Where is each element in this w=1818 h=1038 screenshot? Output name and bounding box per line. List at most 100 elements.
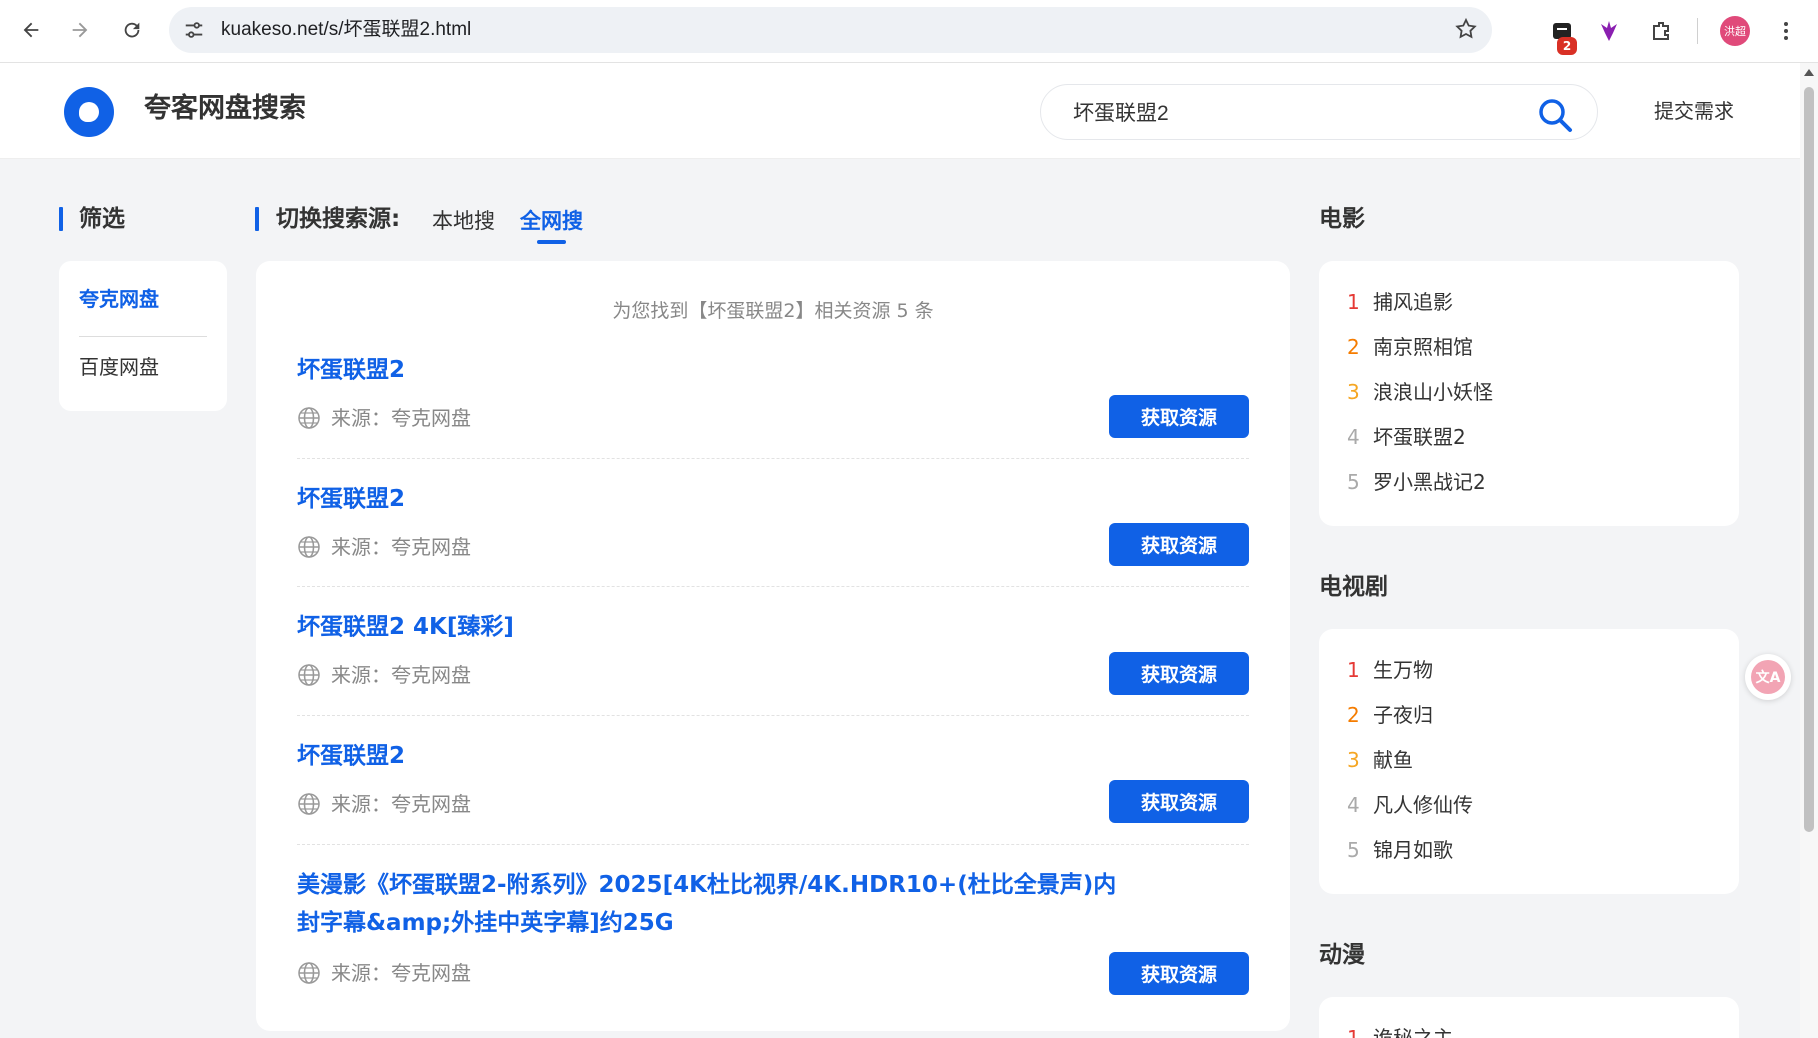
rank-item[interactable]: 4 坏蛋联盟2 [1347,423,1466,451]
rank-item[interactable]: 5 锦月如歌 [1347,836,1453,864]
get-resource-button[interactable]: 获取资源 [1109,652,1249,695]
search-icon[interactable] [1535,95,1575,135]
results-card: 为您找到【坏蛋联盟2】相关资源 5 条 坏蛋联盟2 来源：夸克网盘 获取资源 坏… [256,261,1290,1031]
address-bar[interactable]: kuakeso.net/s/坏蛋联盟2.html [169,7,1492,53]
url-text[interactable]: kuakeso.net/s/坏蛋联盟2.html [221,7,471,53]
rank-item[interactable]: 1 诡秘之主 [1347,1024,1453,1038]
rank-item[interactable]: 5 罗小黑战记2 [1347,468,1486,496]
filter-item-quark[interactable]: 夸克网盘 [79,285,159,313]
more-vert-icon [1784,22,1788,40]
reload-button[interactable] [114,12,150,48]
search-form [1040,84,1598,140]
rank-item[interactable]: 3 浪浪山小妖怪 [1347,378,1493,406]
result-divider [297,586,1249,587]
reload-icon [124,22,140,38]
rank-item[interactable]: 2 子夜归 [1347,701,1433,729]
rank-number: 1 [1347,1026,1360,1038]
results-summary: 为您找到【坏蛋联盟2】相关资源 5 条 [612,300,934,322]
scroll-thumb[interactable] [1804,87,1814,832]
rank-item[interactable]: 1 生万物 [1347,656,1433,684]
result-title[interactable]: 坏蛋联盟2 [297,737,1127,775]
result-divider [297,844,1249,845]
arrow-left-icon [23,22,39,38]
result-source-text: 来源：夸克网盘 [331,535,471,559]
extensions-menu-button[interactable] [1645,14,1679,48]
rank-title[interactable]: 捕风追影 [1373,290,1453,314]
rank-title[interactable]: 锦月如歌 [1373,838,1453,862]
result-source-text: 来源：夸克网盘 [331,961,471,985]
rank-title[interactable]: 坏蛋联盟2 [1373,425,1466,449]
filter-divider [79,336,207,337]
result-source-text: 来源：夸克网盘 [331,663,471,687]
rank-title[interactable]: 诡秘之主 [1373,1026,1453,1038]
result-item: 美漫影《坏蛋联盟2-附系列》2025[4K杜比视界/4K.HDR10+(杜比全景… [297,866,1249,1016]
translate-icon: 文A [1751,660,1785,694]
rank-title[interactable]: 子夜归 [1373,703,1433,727]
translate-button[interactable]: 文A [1745,654,1791,700]
result-title[interactable]: 坏蛋联盟2 [297,480,1127,518]
result-source: 来源：夸克网盘 [297,959,471,987]
browser-menu-button[interactable] [1769,14,1803,48]
rank-title[interactable]: 献鱼 [1373,748,1413,772]
site-logo[interactable] [64,87,114,137]
rank-title[interactable]: 生万物 [1373,658,1433,682]
result-item: 坏蛋联盟2 来源：夸克网盘 获取资源 [297,480,1249,590]
result-source: 来源：夸克网盘 [297,661,471,689]
rank-number: 1 [1347,290,1360,314]
rank-title[interactable]: 凡人修仙传 [1373,793,1473,817]
result-title[interactable]: 坏蛋联盟2 4K[臻彩] [297,608,1127,646]
rank-title[interactable]: 浪浪山小妖怪 [1373,380,1493,404]
extension-badge: 2 [1557,37,1577,55]
get-resource-button[interactable]: 获取资源 [1109,523,1249,566]
result-item: 坏蛋联盟2 来源：夸克网盘 获取资源 [297,737,1249,847]
filter-item-baidu[interactable]: 百度网盘 [79,353,159,381]
result-source: 来源：夸克网盘 [297,790,471,818]
tv-heading: 电视剧 [1319,574,1388,600]
result-title[interactable]: 坏蛋联盟2 [297,351,1127,389]
result-item: 坏蛋联盟2 4K[臻彩] 来源：夸克网盘 获取资源 [297,608,1249,718]
result-title[interactable]: 美漫影《坏蛋联盟2-附系列》2025[4K杜比视界/4K.HDR10+(杜比全景… [297,866,1127,942]
source-heading-bar [255,207,259,231]
extension-button-2[interactable] [1592,14,1626,48]
back-button[interactable] [13,12,49,48]
submit-request-link[interactable]: 提交需求 [1654,97,1734,125]
rank-title[interactable]: 罗小黑战记2 [1373,470,1486,494]
tab-web-search[interactable]: 全网搜 [520,206,583,236]
hand-icon [1601,21,1617,41]
get-resource-button[interactable]: 获取资源 [1109,952,1249,995]
movies-heading: 电影 [1319,206,1365,232]
anime-heading: 动漫 [1319,942,1365,968]
profile-avatar[interactable]: 洪超 [1720,16,1750,46]
globe-icon [298,536,320,558]
puzzle-icon [1653,22,1669,40]
tab-local-search[interactable]: 本地搜 [432,206,495,236]
globe-icon [298,793,320,815]
rank-item[interactable]: 4 凡人修仙传 [1347,791,1473,819]
result-source-text: 来源：夸克网盘 [331,792,471,816]
anime-rank-card: 1 诡秘之主 [1319,997,1739,1038]
page-scrollbar[interactable] [1800,63,1818,1038]
toolbar-separator [1697,18,1698,44]
rank-item[interactable]: 1 捕风追影 [1347,288,1453,316]
get-resource-button[interactable]: 获取资源 [1109,780,1249,823]
active-tab-indicator [537,240,566,244]
result-source: 来源：夸克网盘 [297,533,471,561]
star-icon[interactable] [1454,17,1478,41]
globe-icon [298,664,320,686]
filter-heading-bar [59,207,63,231]
source-switch-label: 切换搜索源: [276,206,401,232]
browser-toolbar: kuakeso.net/s/坏蛋联盟2.html 2 洪超 [0,0,1818,63]
rank-number: 1 [1347,658,1360,682]
rank-item[interactable]: 3 献鱼 [1347,746,1413,774]
rank-number: 4 [1347,425,1360,449]
rank-title[interactable]: 南京照相馆 [1373,335,1473,359]
forward-button[interactable] [62,12,98,48]
rank-number: 2 [1347,703,1360,727]
site-title[interactable]: 夸客网盘搜索 [144,91,306,127]
search-input[interactable] [1073,85,1513,139]
scroll-up-arrow[interactable] [1804,69,1814,76]
get-resource-button[interactable]: 获取资源 [1109,395,1249,438]
result-source: 来源：夸克网盘 [297,404,471,432]
tune-icon[interactable] [183,19,205,41]
rank-item[interactable]: 2 南京照相馆 [1347,333,1473,361]
